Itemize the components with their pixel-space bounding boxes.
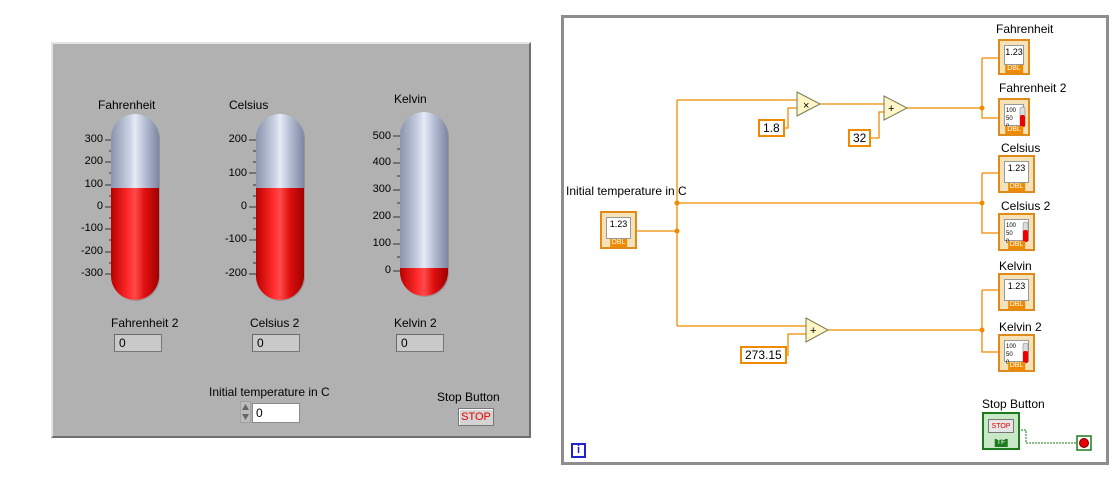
dbl-tag: DBL bbox=[1007, 362, 1026, 370]
front-panel: Fahrenheit 300 200 100 0 -100 -200 -300 … bbox=[51, 42, 531, 438]
dbl-tag: DBL bbox=[1007, 301, 1026, 309]
scale-tick: 200 bbox=[228, 133, 247, 145]
scale-tick: 0 bbox=[96, 200, 103, 212]
dbl-tag: DBL bbox=[1007, 241, 1026, 249]
fahrenheit-label: Fahrenheit bbox=[98, 98, 156, 112]
kelvin2-indicator: 0 bbox=[396, 334, 444, 352]
dbl-tag: DBL bbox=[1005, 65, 1023, 73]
scale-tick: 200 bbox=[372, 210, 391, 222]
dbl-tag: DBL bbox=[1007, 183, 1026, 191]
thermometer-mercury bbox=[400, 268, 448, 296]
celsius-terminal-label: Celsius bbox=[1001, 141, 1041, 155]
scale-tick: 100 bbox=[84, 178, 103, 190]
scale-tick: 300 bbox=[372, 183, 391, 195]
fahrenheit2-thermo-terminal[interactable]: 100 50 0 DBL bbox=[998, 98, 1030, 136]
scale-tick: -200 bbox=[224, 267, 247, 279]
loop-iteration-terminal[interactable]: i bbox=[571, 443, 586, 458]
thermometer-glyph: 100 50 0 bbox=[1004, 219, 1029, 245]
block-diagram: × + + 1.8 32 273.15 Initial temperature … bbox=[561, 15, 1109, 465]
fahrenheit-thermometer[interactable] bbox=[111, 114, 159, 300]
celsius-thermometer[interactable] bbox=[256, 114, 304, 300]
scale-tick: 100 bbox=[372, 237, 391, 249]
numeric-glyph: 1.23 bbox=[1004, 161, 1029, 183]
kelvin-terminal-label: Kelvin bbox=[999, 259, 1032, 273]
stop-button-label: Stop Button bbox=[437, 390, 500, 404]
svg-text:50: 50 bbox=[1006, 116, 1013, 122]
celsius2-label: Celsius 2 bbox=[250, 316, 300, 330]
celsius2-thermo-terminal[interactable]: 100 50 0 DBL bbox=[998, 213, 1035, 251]
increment-decrement-buttons[interactable] bbox=[239, 400, 252, 424]
stop-button-terminal[interactable]: STOP TF bbox=[982, 412, 1020, 450]
thermometer-glyph: 100 50 0 bbox=[1004, 340, 1029, 366]
spinner-arrows-icon[interactable] bbox=[239, 400, 252, 424]
kelvin-label: Kelvin bbox=[394, 92, 427, 106]
scale-tick: -100 bbox=[80, 222, 103, 234]
initial-temp-label: Initial temperature in C bbox=[209, 385, 330, 399]
scale-tick: -100 bbox=[224, 233, 247, 245]
scale-tick: 100 bbox=[228, 167, 247, 179]
multiply-node[interactable]: × bbox=[796, 91, 822, 117]
stop-button[interactable]: STOP bbox=[458, 408, 494, 426]
multiply-icon: × bbox=[803, 100, 809, 112]
kelvin2-terminal-label: Kelvin 2 bbox=[999, 320, 1042, 334]
svg-text:100: 100 bbox=[1006, 108, 1017, 114]
thermometer-mercury bbox=[111, 188, 159, 300]
constant-273-15[interactable]: 273.15 bbox=[740, 346, 787, 364]
celsius-indicator-terminal[interactable]: 1.23 DBL bbox=[998, 155, 1035, 193]
fahrenheit2-label: Fahrenheit 2 bbox=[111, 316, 179, 330]
kelvin-thermometer[interactable] bbox=[400, 112, 448, 296]
kelvin2-label: Kelvin 2 bbox=[394, 316, 437, 330]
stop-terminal-label: Stop Button bbox=[982, 397, 1045, 411]
initial-temp-input[interactable]: 0 bbox=[252, 403, 300, 423]
loop-condition-terminal[interactable] bbox=[1076, 435, 1092, 451]
scale-tick: 0 bbox=[240, 200, 247, 212]
dbl-tag: DBL bbox=[609, 239, 628, 247]
add-node-kelvin[interactable]: + bbox=[805, 317, 830, 343]
kelvin2-thermo-terminal[interactable]: 100 50 0 DBL bbox=[998, 334, 1035, 372]
svg-text:100: 100 bbox=[1006, 344, 1017, 350]
scale-tick: 300 bbox=[84, 133, 103, 145]
scale-tick: -200 bbox=[80, 245, 103, 257]
celsius2-terminal-label: Celsius 2 bbox=[1001, 199, 1051, 213]
celsius2-indicator: 0 bbox=[252, 334, 300, 352]
numeric-glyph: 1.23 bbox=[1004, 45, 1024, 65]
fahrenheit-indicator-terminal[interactable]: 1.23 DBL bbox=[998, 39, 1030, 75]
add-icon: + bbox=[810, 325, 816, 337]
svg-text:50: 50 bbox=[1006, 231, 1013, 237]
numeric-glyph: 1.23 bbox=[1004, 279, 1029, 301]
kelvin-indicator-terminal[interactable]: 1.23 DBL bbox=[998, 273, 1035, 311]
svg-text:50: 50 bbox=[1006, 352, 1013, 358]
tf-tag: TF bbox=[994, 439, 1008, 447]
thermometer-glyph: 100 50 0 bbox=[1004, 104, 1026, 130]
scale-tick: 0 bbox=[384, 264, 391, 276]
scale-tick: 200 bbox=[84, 155, 103, 167]
constant-32[interactable]: 32 bbox=[848, 129, 872, 147]
dbl-tag: DBL bbox=[1005, 126, 1023, 134]
scale-tick: -300 bbox=[80, 267, 103, 279]
fahrenheit-terminal-label: Fahrenheit bbox=[996, 22, 1054, 36]
add-node-fahrenheit[interactable]: + bbox=[883, 95, 909, 121]
constant-1-8[interactable]: 1.8 bbox=[758, 119, 785, 137]
add-icon: + bbox=[888, 103, 894, 115]
numeric-glyph: 1.23 bbox=[606, 217, 631, 239]
scale-tick: 500 bbox=[372, 130, 391, 142]
scale-tick: 400 bbox=[372, 156, 391, 168]
fahrenheit2-terminal-label: Fahrenheit 2 bbox=[999, 81, 1067, 95]
initial-temp-control-terminal[interactable]: 1.23 DBL bbox=[600, 211, 637, 249]
stop-glyph: STOP bbox=[988, 419, 1014, 433]
fahrenheit2-indicator: 0 bbox=[114, 334, 162, 352]
celsius-label: Celsius bbox=[229, 98, 269, 112]
initial-temp-terminal-label: Initial temperature in C bbox=[566, 184, 687, 198]
svg-text:100: 100 bbox=[1006, 223, 1017, 229]
thermometer-mercury bbox=[256, 188, 304, 300]
